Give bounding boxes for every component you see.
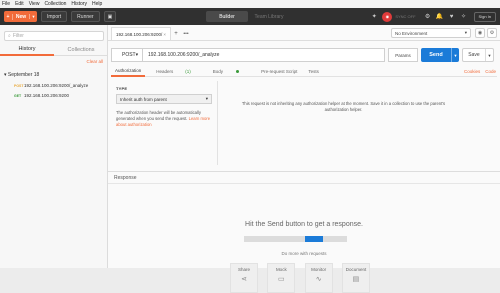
more-tabs-button[interactable]: •••	[181, 27, 191, 40]
monitor-icon: ∿	[315, 276, 322, 283]
headers-count: (1)	[185, 68, 191, 74]
tab-headers[interactable]: Headers (1)	[156, 66, 202, 77]
method-value: POST	[122, 52, 136, 58]
tab-tests[interactable]: Tests	[308, 66, 319, 77]
import-button[interactable]: Import	[41, 11, 68, 22]
auth-type-panel: TYPE Inherit auth from parent ▾ The auth…	[111, 81, 218, 165]
eye-icon: ◉	[477, 30, 483, 36]
history-group-header[interactable]: ▾ September 18	[4, 72, 39, 78]
tab-prerequest-script[interactable]: Pre-request Script	[261, 66, 297, 77]
chevron-down-icon[interactable]: ▼	[451, 48, 459, 62]
filter-placeholder: Filter	[12, 33, 24, 39]
add-tab-button[interactable]: +	[171, 27, 181, 40]
tab-authorization[interactable]: Authorization	[111, 66, 146, 77]
response-label: Response	[114, 174, 137, 181]
menu-history[interactable]: History	[71, 1, 87, 7]
filter-input[interactable]: ⌕ Filter	[4, 31, 104, 41]
builder-tab[interactable]: Builder	[206, 11, 248, 22]
tab-body[interactable]: Body	[213, 66, 250, 77]
sidebar-tabs: History Collections	[0, 44, 108, 56]
clear-all-link[interactable]: Clear all	[86, 59, 103, 64]
notifications-icon[interactable]: 🔔	[434, 13, 446, 20]
close-icon[interactable]: ×	[163, 32, 166, 37]
document-icon: ▤	[352, 276, 360, 283]
save-button[interactable]: Save ▼	[462, 48, 494, 62]
method-badge: POST	[14, 83, 24, 88]
chevron-down-icon[interactable]: ▼	[485, 49, 493, 61]
auth-type-select[interactable]: Inherit auth from parent ▾	[116, 94, 212, 104]
new-button[interactable]: + New ▼	[4, 11, 37, 22]
environment-select[interactable]: No Environment ▾	[391, 28, 471, 38]
menu-bar: File Edit View Collection History Help	[0, 0, 500, 8]
request-tab[interactable]: 192.168.100.206:9200/ ×	[111, 27, 171, 40]
history-item[interactable]: GET 192.168.100.206:9200	[14, 93, 69, 98]
sign-in-button[interactable]: Sign In	[473, 11, 496, 22]
header-icons: ✦ ◉ SYNC OFF ⚙ 🔔 ♥ ✧ Sign In	[368, 10, 496, 23]
auth-description: The authorization header will be automat…	[116, 110, 214, 128]
search-icon: ⌕	[8, 33, 11, 39]
cookies-link[interactable]: Cookies	[464, 69, 480, 74]
settings-icon[interactable]: ⚙	[422, 13, 434, 20]
response-progress-bar	[244, 236, 347, 242]
url-row: POST ▾ 192.168.100.206:9200/_analyze Par…	[111, 48, 497, 62]
team-library-tab[interactable]: Team Library	[248, 11, 290, 22]
history-item-url: 192.168.100.206:9200	[24, 93, 70, 98]
interceptor-icon[interactable]: ✦	[368, 13, 380, 20]
app-header: + New ▼ Import Runner ▣ Builder Team Lib…	[0, 8, 500, 25]
auth-type-value: Inherit auth from parent	[120, 96, 167, 102]
mode-switch: Builder Team Library	[206, 11, 290, 22]
history-group-date: September 18	[7, 72, 40, 78]
gear-icon: ⚙	[489, 30, 495, 36]
new-button-label: New	[15, 13, 27, 20]
share-icon: ⋖	[241, 276, 247, 283]
auth-type-label: TYPE	[116, 86, 128, 91]
send-label: Send	[429, 52, 443, 58]
do-more-text: Do more with requests	[281, 251, 327, 256]
auth-message: This request is not inheriting any autho…	[241, 101, 446, 112]
send-button[interactable]: Send ▼	[421, 48, 459, 62]
plus-icon: +	[4, 13, 13, 20]
environment-quick-look-button[interactable]: ◉	[475, 28, 485, 38]
sync-status: SYNC OFF	[395, 14, 416, 19]
method-select[interactable]: POST ▾	[111, 48, 143, 62]
new-window-button[interactable]: ▣	[103, 11, 117, 22]
params-button[interactable]: Params	[388, 48, 418, 62]
record-icon[interactable]: ◉	[382, 11, 393, 22]
tab-body-label: Body	[212, 68, 224, 74]
menu-collection[interactable]: Collection	[44, 1, 66, 7]
request-tab-title: 192.168.100.206:9200/	[116, 31, 163, 37]
sidebar: ⌕ Filter History Collections Clear all ▾…	[0, 25, 108, 268]
tab-headers-label: Headers	[156, 68, 174, 74]
menu-view[interactable]: View	[29, 1, 40, 7]
new-window-icon: ▣	[107, 13, 113, 20]
history-item-url: 192.168.100.206:9200/_analyze	[24, 83, 89, 88]
history-item[interactable]: POST 192.168.100.206:9200/_analyze	[14, 83, 88, 88]
request-tabs: Authorization Headers (1) Body Pre-reques…	[111, 66, 497, 77]
chevron-down-icon[interactable]: ▼	[29, 14, 37, 19]
manage-environments-button[interactable]: ⚙	[487, 28, 497, 38]
menu-edit[interactable]: Edit	[15, 1, 24, 7]
response-header: Response	[108, 171, 500, 184]
environment-value: No Environment	[395, 30, 428, 36]
menu-help[interactable]: Help	[92, 1, 102, 7]
code-link[interactable]: Code	[485, 69, 496, 74]
mock-icon: ▭	[278, 276, 285, 283]
menu-file[interactable]: File	[2, 1, 10, 7]
chevron-down-icon: ▾	[464, 30, 467, 35]
method-badge: GET	[14, 93, 22, 98]
request-links: Cookies Code	[459, 69, 496, 74]
heart-icon[interactable]: ♥	[446, 14, 458, 20]
tab-history[interactable]: History	[0, 44, 54, 56]
twitter-icon[interactable]: ✧	[458, 13, 470, 20]
chevron-down-icon: ▾	[135, 52, 139, 58]
chevron-down-icon: ▾	[205, 96, 208, 101]
url-input[interactable]: 192.168.100.206:9200/_analyze	[143, 48, 385, 62]
tab-collections[interactable]: Collections	[54, 44, 108, 56]
progress-fill	[305, 236, 323, 242]
save-label: Save	[468, 52, 480, 58]
runner-button[interactable]: Runner	[71, 11, 100, 22]
main-panel: 192.168.100.206:9200/ × + ••• No Environ…	[108, 25, 500, 293]
body-indicator-dot	[236, 69, 240, 73]
response-hint: Hit the Send button to get a response.	[245, 221, 363, 228]
